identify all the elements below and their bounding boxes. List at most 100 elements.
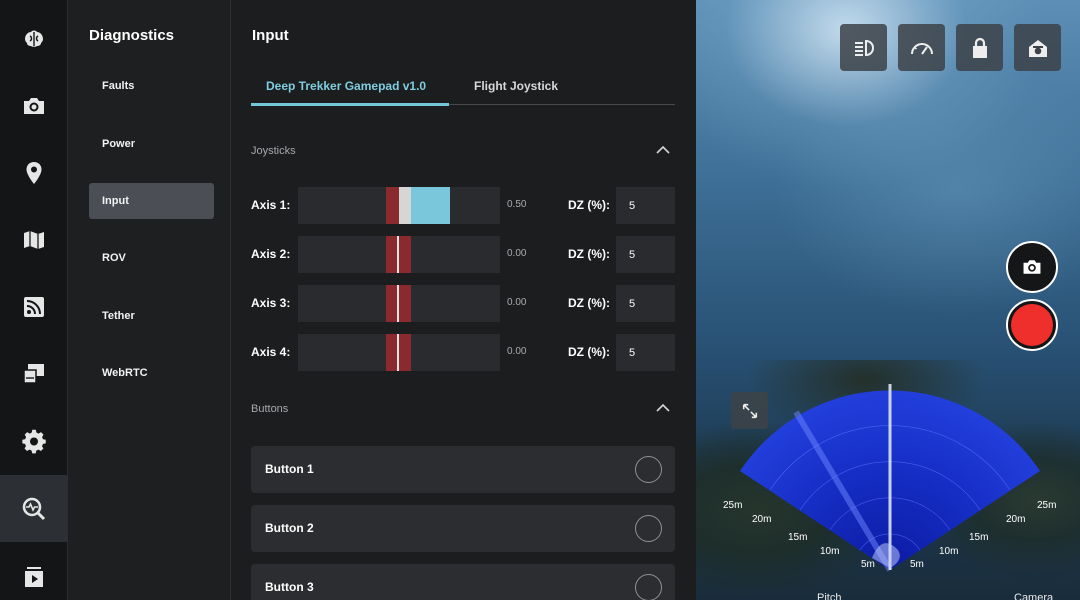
app-window: Diagnostics Faults Power Input ROV Tethe… (0, 0, 1080, 600)
sonar-range-5m-right: 5m (910, 559, 924, 570)
sonar-range-25m-left: 25m (723, 500, 742, 511)
sonar-range-15m-left: 15m (788, 532, 807, 543)
joysticks-title: Joysticks (251, 145, 296, 157)
axis-fill-deadzone (399, 187, 411, 224)
dz-input[interactable]: 5 (616, 285, 675, 322)
rail-item-settings[interactable] (0, 407, 67, 474)
camera-label: Camera (1014, 592, 1054, 600)
camera-icon (1023, 260, 1041, 274)
pitch-label: Pitch (817, 592, 842, 600)
tab-gamepad[interactable]: Deep Trekker Gamepad v1.0 (266, 79, 426, 93)
axis-row-2: Axis 2: 0.00 DZ (%): 5 (251, 236, 675, 273)
dz-label: DZ (%): (568, 247, 610, 261)
chevron-up-icon[interactable] (655, 143, 671, 155)
device-tabs: Deep Trekker Gamepad v1.0 Flight Joystic… (251, 70, 675, 106)
record-button[interactable] (1006, 299, 1058, 351)
axis-value: 0.00 (507, 248, 527, 259)
sonar-range-10m-right: 10m (939, 546, 958, 557)
dz-label: DZ (%): (568, 198, 610, 212)
headlight-icon (854, 39, 874, 56)
diagnostics-icon (22, 497, 45, 520)
active-tab-indicator (251, 103, 449, 106)
button-row-3: Button 3 (251, 564, 675, 600)
rail-item-brain[interactable] (0, 5, 67, 72)
diag-item-rov[interactable]: ROV (89, 240, 214, 276)
axis-bar (298, 285, 500, 322)
home-camera-icon (1028, 39, 1047, 57)
speed-button[interactable] (898, 24, 945, 71)
buttons-section-header[interactable]: Buttons (251, 403, 675, 415)
button-label: Button 3 (265, 580, 314, 594)
record-indicator (1011, 304, 1053, 346)
rail-item-media[interactable] (0, 543, 67, 600)
axis-bar (298, 236, 500, 273)
expand-icon (742, 403, 757, 418)
speedometer-icon (910, 42, 933, 55)
diagnostics-sidebar: Diagnostics Faults Power Input ROV Tethe… (68, 0, 231, 600)
button-state-indicator (635, 456, 662, 483)
sonar-range-5m-left: 5m (861, 559, 875, 570)
axis-center-marker (397, 236, 399, 273)
signal-feed-icon (23, 296, 44, 317)
sonar-range-15m-right: 15m (969, 532, 988, 543)
dz-label: DZ (%): (568, 296, 610, 310)
sonar-range-25m-right: 25m (1037, 500, 1056, 511)
snapshot-button[interactable] (1006, 241, 1058, 293)
rail-item-map[interactable] (0, 206, 67, 273)
expand-sonar-button[interactable] (731, 392, 768, 429)
tab-flight-joystick[interactable]: Flight Joystick (474, 79, 558, 93)
axis-label: Axis 1: (251, 198, 291, 212)
headlight-button[interactable] (840, 24, 887, 71)
icon-rail (0, 0, 68, 600)
panel-title: Input (252, 27, 289, 44)
dz-label: DZ (%): (568, 345, 610, 359)
axis-center-marker (397, 285, 399, 322)
button-label: Button 2 (265, 521, 314, 535)
axis-center-marker (397, 334, 399, 371)
brain-icon (24, 30, 43, 47)
sonar-range-10m-left: 10m (820, 546, 839, 557)
rail-item-feed[interactable] (0, 273, 67, 340)
rail-item-camera[interactable] (0, 72, 67, 139)
rail-item-display[interactable] (0, 340, 67, 407)
sonar-range-20m-right: 20m (1006, 514, 1025, 525)
axis-fill (411, 187, 450, 224)
axis-bar (298, 334, 500, 371)
axis-value: 0.50 (507, 199, 527, 210)
diagnostics-title: Diagnostics (89, 27, 175, 44)
chevron-up-icon[interactable] (655, 401, 671, 413)
diag-item-input[interactable]: Input (89, 183, 214, 219)
dz-input[interactable]: 5 (616, 334, 675, 371)
rail-item-location[interactable] (0, 139, 67, 206)
button-row-1: Button 1 (251, 446, 675, 493)
axis-label: Axis 4: (251, 345, 291, 359)
axis-value: 0.00 (507, 346, 527, 357)
buttons-title: Buttons (251, 403, 289, 415)
axis-bar (298, 187, 500, 224)
dz-input[interactable]: 5 (616, 236, 675, 273)
diag-item-power[interactable]: Power (89, 126, 214, 162)
lock-button[interactable] (956, 24, 1003, 71)
gear-icon (21, 429, 46, 453)
diag-item-tether[interactable]: Tether (89, 298, 214, 334)
input-panel: Input Deep Trekker Gamepad v1.0 Flight J… (231, 0, 696, 600)
dz-input[interactable]: 5 (616, 187, 675, 224)
diag-item-webrtc[interactable]: WebRTC (89, 355, 214, 391)
map-icon (23, 230, 44, 249)
camera-icon (23, 97, 44, 114)
rail-item-diagnostics[interactable] (0, 475, 67, 542)
lock-icon (972, 37, 987, 58)
camera-feed[interactable]: 5m 10m 15m 20m 25m 5m 10m 15m 20m 25m Pi… (696, 0, 1080, 600)
sonar-range-20m-left: 20m (752, 514, 771, 525)
button-label: Button 1 (265, 462, 314, 476)
button-state-indicator (635, 515, 662, 542)
display-settings-icon (22, 363, 44, 384)
button-state-indicator (635, 574, 662, 600)
home-camera-button[interactable] (1014, 24, 1061, 71)
axis-value: 0.00 (507, 297, 527, 308)
axis-row-1: Axis 1: 0.50 DZ (%): 5 (251, 187, 675, 224)
joysticks-section-header[interactable]: Joysticks (251, 145, 675, 157)
axis-label: Axis 2: (251, 247, 291, 261)
diag-item-faults[interactable]: Faults (89, 68, 214, 104)
location-pin-icon (26, 161, 41, 184)
